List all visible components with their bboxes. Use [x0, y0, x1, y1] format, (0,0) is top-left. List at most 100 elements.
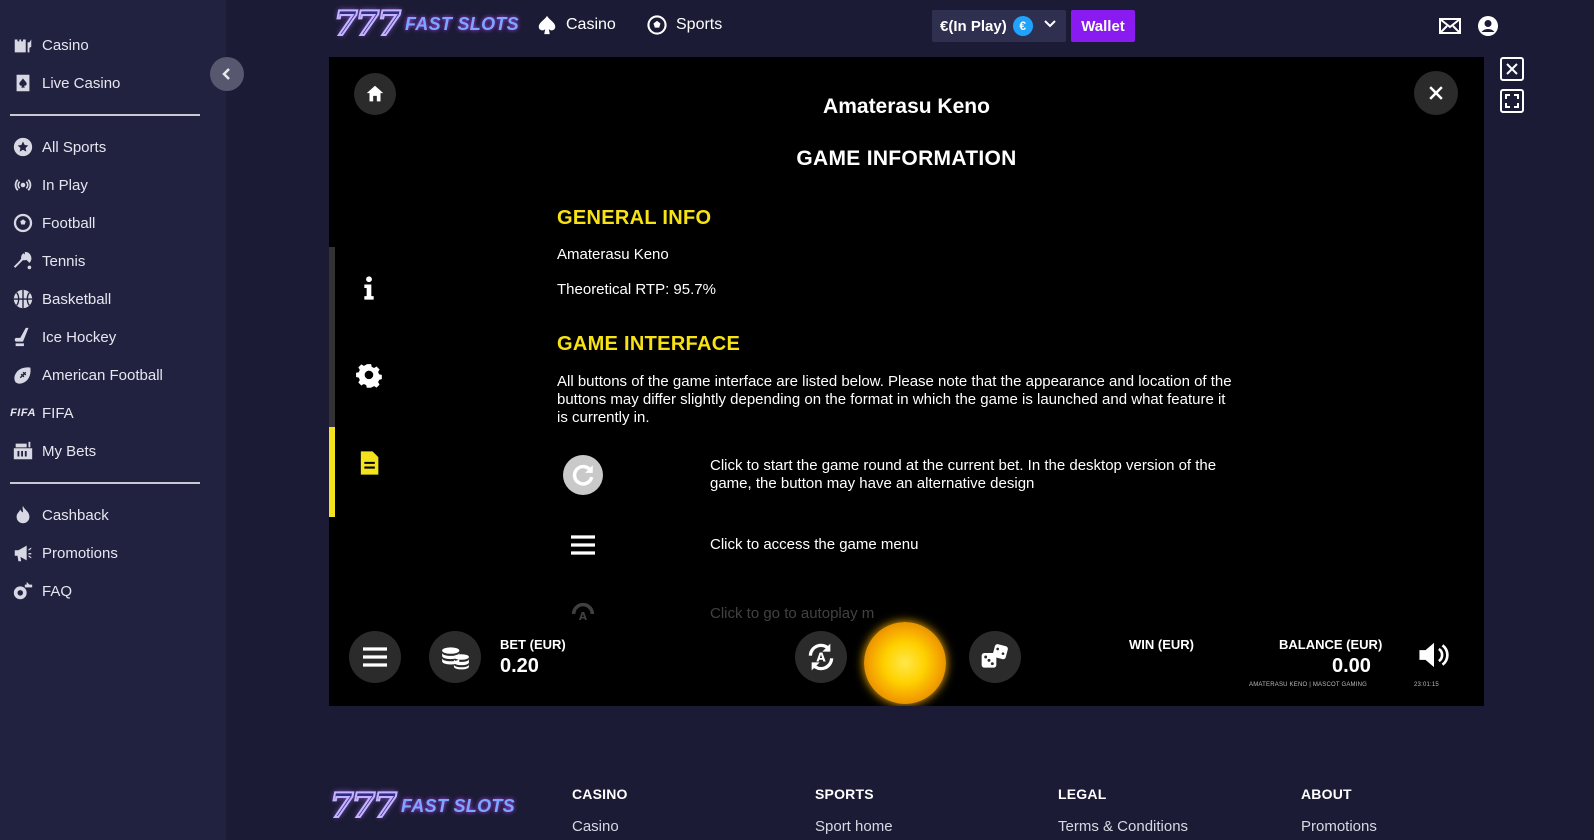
sidebar: Casino Live Casino All Sports In Play Fo…: [0, 0, 226, 840]
sidebar-item-ice-hockey[interactable]: Ice Hockey: [10, 318, 216, 356]
autoplay-icon: A: [808, 643, 834, 671]
basketball-icon: [10, 286, 36, 312]
sidebar-divider: [10, 114, 200, 116]
sidebar-item-tennis[interactable]: Tennis: [10, 242, 216, 280]
sidebar-collapse-button[interactable]: [210, 57, 244, 91]
sidebar-item-label: My Bets: [42, 442, 97, 460]
sidebar-item-label: Basketball: [42, 290, 112, 308]
sidebar-item-cashback[interactable]: Cashback: [10, 496, 216, 534]
tennis-icon: [10, 248, 36, 274]
interface-row-text: Click to go to autoplay m: [710, 605, 875, 622]
sidebar-group-sports: All Sports In Play Football Tennis Baske…: [0, 128, 226, 470]
sidebar-item-label: American Football: [42, 366, 163, 384]
balance-value: 0.00: [1332, 655, 1371, 677]
promotions-icon: [10, 540, 36, 566]
autoplay-button[interactable]: A: [795, 631, 847, 683]
top-header: 777 FAST SLOTS Casino Sports €(In Play) …: [226, 0, 1594, 52]
bet-value: 0.20: [500, 655, 539, 677]
speaker-icon: [1419, 642, 1449, 668]
sound-toggle[interactable]: [1417, 640, 1451, 670]
fullscreen-icon: [1505, 94, 1519, 108]
game-name-text: Amaterasu Keno: [557, 246, 669, 263]
footer-link[interactable]: Terms & Conditions: [1058, 818, 1188, 835]
ice-hockey-icon: [10, 324, 36, 350]
tab-rules[interactable]: [349, 443, 389, 483]
sidebar-item-basketball[interactable]: Basketball: [10, 280, 216, 318]
active-tab-indicator: [329, 427, 335, 517]
nav-casino-label: Casino: [566, 16, 616, 33]
sidebar-item-in-play[interactable]: In Play: [10, 166, 216, 204]
spin-button[interactable]: [864, 622, 946, 704]
sidebar-item-label: Tennis: [42, 252, 86, 270]
provider-text: AMATERASU KENO | MASCOT GAMING: [1249, 682, 1368, 688]
tab-info[interactable]: [349, 268, 389, 308]
faq-icon: [10, 578, 36, 604]
casino-icon: [10, 32, 36, 58]
live-casino-icon: [10, 70, 36, 96]
footer-link[interactable]: Promotions: [1301, 818, 1377, 835]
autoplay-icon: A: [563, 602, 603, 626]
rtp-text: Theoretical RTP: 95.7%: [557, 281, 716, 298]
soccer-ball-icon: [647, 15, 667, 35]
fullscreen-button[interactable]: [1500, 89, 1524, 113]
sidebar-item-label: FAQ: [42, 582, 73, 600]
dice-icon: [981, 644, 1008, 668]
sidebar-item-label: Casino: [42, 36, 89, 54]
logo-text: FAST SLOTS: [400, 795, 515, 816]
game-interface-title: GAME INTERFACE: [557, 333, 741, 355]
sidebar-item-label: Cashback: [42, 506, 109, 524]
spade-icon: [538, 15, 556, 35]
footer-heading: SPORTS: [815, 786, 874, 802]
footer-heading: LEGAL: [1058, 786, 1107, 802]
game-title: Amaterasu Keno: [823, 95, 990, 118]
mail-icon[interactable]: [1438, 14, 1462, 38]
svg-text:A: A: [579, 611, 588, 623]
footer-link[interactable]: Casino: [572, 818, 628, 835]
my-bets-icon: [10, 438, 36, 464]
nav-casino[interactable]: Casino: [536, 14, 616, 36]
sidebar-item-label: Live Casino: [42, 74, 121, 92]
sidebar-item-american-football[interactable]: American Football: [10, 356, 216, 394]
interface-row: Click to access the game menu: [557, 533, 1257, 557]
win-label: WIN (EUR): [1129, 637, 1194, 652]
menu-icon: [363, 647, 387, 667]
sidebar-item-faq[interactable]: FAQ: [10, 572, 216, 610]
sidebar-item-football[interactable]: Football: [10, 204, 216, 242]
close-icon: [1506, 63, 1518, 75]
footer-link[interactable]: Sport home: [815, 818, 893, 835]
sidebar-group-casino: Casino Live Casino: [0, 0, 226, 102]
info-icon: [364, 276, 374, 300]
sidebar-item-promotions[interactable]: Promotions: [10, 534, 216, 572]
sidebar-item-all-sports[interactable]: All Sports: [10, 128, 216, 166]
in-play-icon: [10, 172, 36, 198]
wallet-button[interactable]: Wallet: [1071, 10, 1135, 42]
footer-col-about: ABOUT Promotions: [1301, 786, 1377, 835]
sidebar-item-fifa[interactable]: FIFA FIFA: [10, 394, 216, 432]
user-account-icon[interactable]: [1476, 14, 1500, 38]
game-clock: 23:01:15: [1414, 682, 1439, 688]
game-menu-button[interactable]: [349, 631, 401, 683]
site-logo[interactable]: 777 FAST SLOTS: [333, 3, 519, 45]
tab-settings[interactable]: [349, 356, 389, 396]
sidebar-item-label: All Sports: [42, 138, 107, 156]
menu-icon: [563, 533, 603, 557]
sidebar-item-casino[interactable]: Casino: [10, 26, 216, 64]
coins-icon: [442, 647, 469, 670]
footer-logo[interactable]: 777 FAST SLOTS: [329, 785, 515, 827]
cashback-icon: [10, 502, 36, 528]
svg-text:A: A: [816, 651, 826, 665]
close-game-button[interactable]: [1500, 57, 1524, 81]
quick-pick-button[interactable]: [969, 631, 1021, 683]
balance-dropdown[interactable]: €(In Play) €: [932, 10, 1066, 42]
football-icon: [10, 210, 36, 236]
bet-coins-button[interactable]: [429, 631, 481, 683]
interface-row: Click to start the game round at the cur…: [557, 455, 1257, 495]
footer-col-sports: SPORTS Sport home: [815, 786, 893, 835]
sidebar-item-my-bets[interactable]: My Bets: [10, 432, 216, 470]
interface-row-text: Click to access the game menu: [710, 536, 919, 553]
general-info-title: GENERAL INFO: [557, 207, 712, 229]
nav-sports[interactable]: Sports: [646, 14, 722, 36]
currency-badge: €: [1012, 16, 1033, 36]
sidebar-item-live-casino[interactable]: Live Casino: [10, 64, 216, 102]
sidebar-divider: [10, 482, 200, 484]
